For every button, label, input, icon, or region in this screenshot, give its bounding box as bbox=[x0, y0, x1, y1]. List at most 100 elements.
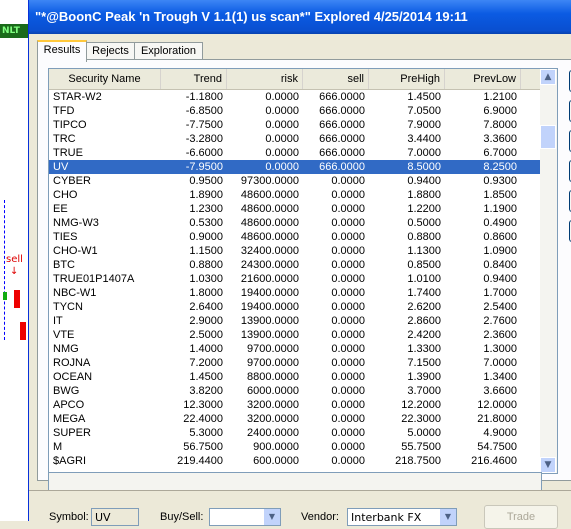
table-cell: 24300.0000 bbox=[240, 259, 299, 271]
results-table[interactable]: Security Name Trend risk sell PreHigh Pr… bbox=[48, 68, 542, 474]
table-cell: 1.1300 bbox=[407, 245, 441, 257]
table-cell: 0.0000 bbox=[331, 245, 365, 257]
table-row[interactable]: EE 1.2300 48600.0000 0.0000 1.2200 1.1900 bbox=[49, 202, 541, 216]
table-row[interactable]: TFD -6.8500 0.0000 666.0000 7.0500 6.9000 bbox=[49, 104, 541, 118]
table-cell: 0.8800 bbox=[189, 259, 223, 271]
table-row[interactable]: TRUE01P1407A 1.0300 21600.0000 0.0000 1.0100… bbox=[49, 272, 541, 286]
table-cell: 0.0000 bbox=[331, 385, 365, 397]
table-row[interactable]: CHO 1.8900 48600.0000 0.0000 1.8800 1.8500 bbox=[49, 188, 541, 202]
sell-signal-label: sell bbox=[6, 254, 23, 265]
table-cell: 1.8500 bbox=[483, 189, 517, 201]
table-cell: 2.5000 bbox=[189, 329, 223, 341]
table-cell: 8800.0000 bbox=[247, 371, 299, 383]
table-cell: 56.7500 bbox=[183, 441, 223, 453]
table-row[interactable]: BTC 0.8800 24300.0000 0.0000 0.8500 0.8400 bbox=[49, 258, 541, 272]
table-row[interactable]: MEGA 22.4000 3200.0000 0.0000 22.3000 21.8000 bbox=[49, 412, 541, 426]
table-cell: 12.3000 bbox=[183, 399, 223, 411]
table-row[interactable]: TIES 0.9000 48600.0000 0.0000 0.8800 0.8600 bbox=[49, 230, 541, 244]
table-cell: 218.7500 bbox=[395, 455, 441, 467]
column-header-trend[interactable]: Trend bbox=[161, 69, 227, 89]
table-cell: 7.9000 bbox=[407, 119, 441, 131]
scroll-down-icon[interactable]: ▼ bbox=[540, 457, 556, 473]
column-header-security-name[interactable]: Security Name bbox=[49, 69, 161, 89]
table-cell: 2.6400 bbox=[189, 301, 223, 313]
table-row[interactable]: SUPER 5.3000 2400.0000 0.0000 5.0000 4.9000 bbox=[49, 426, 541, 440]
table-cell: IT bbox=[53, 315, 63, 327]
table-cell: 1.0300 bbox=[189, 273, 223, 285]
table-row[interactable]: ROJNA 7.2000 9700.0000 0.0000 7.1500 7.0000 bbox=[49, 356, 541, 370]
table-cell: 0.8600 bbox=[483, 231, 517, 243]
table-row[interactable]: UV -7.9500 0.0000 666.0000 8.5000 8.2500 bbox=[49, 160, 541, 174]
table-cell: 0.0000 bbox=[265, 119, 299, 131]
table-row[interactable]: BWG 3.8200 6000.0000 0.0000 3.7000 3.6600 bbox=[49, 384, 541, 398]
table-cell: 2.5400 bbox=[483, 301, 517, 313]
table-row[interactable]: NMG-W3 0.5300 48600.0000 0.0000 0.5000 0.4900 bbox=[49, 216, 541, 230]
vertical-scrollbar[interactable]: ▲ ▼ bbox=[540, 68, 558, 474]
table-cell: CYBER bbox=[53, 175, 91, 187]
buysell-select[interactable]: ▼ bbox=[209, 508, 281, 526]
table-row[interactable]: TRC -3.2800 0.0000 666.0000 3.4400 3.3600 bbox=[49, 132, 541, 146]
trade-button[interactable]: Trade bbox=[484, 505, 558, 529]
table-cell: 7.2000 bbox=[189, 357, 223, 369]
table-cell: 0.0000 bbox=[265, 161, 299, 173]
scroll-thumb[interactable] bbox=[540, 125, 556, 149]
table-cell: 8.5000 bbox=[407, 161, 441, 173]
table-cell: 2.3600 bbox=[483, 329, 517, 341]
table-cell: 1.2100 bbox=[483, 91, 517, 103]
table-row[interactable]: TRUE -6.6000 0.0000 666.0000 7.0000 6.7000 bbox=[49, 146, 541, 160]
chevron-down-icon[interactable]: ▼ bbox=[440, 509, 456, 525]
table-cell: -3.2800 bbox=[185, 133, 223, 145]
table-row[interactable]: IT 2.9000 13900.0000 0.0000 2.8600 2.7600 bbox=[49, 314, 541, 328]
table-row[interactable]: $AGRI 219.4400 600.0000 0.0000 218.7500 216.4… bbox=[49, 454, 541, 468]
table-cell: 0.0000 bbox=[331, 455, 365, 467]
table-cell: 12.0000 bbox=[477, 399, 517, 411]
table-cell: 1.8000 bbox=[189, 287, 223, 299]
column-header-risk[interactable]: risk bbox=[227, 69, 303, 89]
chevron-down-icon[interactable]: ▼ bbox=[264, 509, 280, 525]
table-cell: 22.3000 bbox=[401, 413, 441, 425]
column-header-sell[interactable]: sell bbox=[303, 69, 369, 89]
symbol-field: UV bbox=[91, 508, 139, 526]
tab-exploration[interactable]: Exploration bbox=[134, 42, 203, 60]
table-cell: 600.0000 bbox=[253, 455, 299, 467]
table-cell: 3.7000 bbox=[407, 385, 441, 397]
table-row[interactable]: M 56.7500 900.0000 0.0000 55.7500 54.7500 bbox=[49, 440, 541, 454]
title-bar[interactable]: "*@BoonC Peak 'n Trough V 1.1(1) us scan… bbox=[29, 0, 571, 34]
table-cell: 2.4200 bbox=[407, 329, 441, 341]
table-cell: 0.0000 bbox=[331, 175, 365, 187]
table-header: Security Name Trend risk sell PreHigh Pr… bbox=[49, 69, 541, 90]
tab-rejects[interactable]: Rejects bbox=[86, 42, 135, 60]
table-cell: 0.9400 bbox=[407, 175, 441, 187]
table-cell: 21600.0000 bbox=[240, 273, 299, 285]
column-header-prevlow[interactable]: PrevLow bbox=[445, 69, 521, 89]
scroll-up-icon[interactable]: ▲ bbox=[540, 69, 556, 85]
table-row[interactable]: CYBER 0.9500 97300.0000 0.0000 0.9400 0.9300 bbox=[49, 174, 541, 188]
table-row[interactable]: NMG 1.4000 9700.0000 0.0000 1.3300 1.3000 bbox=[49, 342, 541, 356]
table-cell: 3.6600 bbox=[483, 385, 517, 397]
table-row[interactable]: TIPCO -7.7500 0.0000 666.0000 7.9000 7.8000 bbox=[49, 118, 541, 132]
table-row[interactable]: STAR-W2 -1.1800 0.0000 666.0000 1.4500 1.2100 bbox=[49, 90, 541, 104]
table-cell: 666.0000 bbox=[319, 133, 365, 145]
table-cell: 3.4400 bbox=[407, 133, 441, 145]
table-cell: 19400.0000 bbox=[240, 287, 299, 299]
table-cell: 666.0000 bbox=[319, 147, 365, 159]
column-header-prehigh[interactable]: PreHigh bbox=[369, 69, 445, 89]
table-cell: 1.4500 bbox=[407, 91, 441, 103]
table-cell: 7.8000 bbox=[483, 119, 517, 131]
horizontal-scrollbar[interactable] bbox=[48, 472, 542, 491]
table-row[interactable]: APCO 12.3000 3200.0000 0.0000 12.2000 12.0000 bbox=[49, 398, 541, 412]
table-cell: 1.3300 bbox=[407, 343, 441, 355]
table-cell: 0.8800 bbox=[407, 231, 441, 243]
table-cell: 0.0000 bbox=[265, 147, 299, 159]
table-row[interactable]: TYCN 2.6400 19400.0000 0.0000 2.6200 2.5400 bbox=[49, 300, 541, 314]
table-cell: 1.1500 bbox=[189, 245, 223, 257]
table-row[interactable]: NBC-W1 1.8000 19400.0000 0.0000 1.7400 1.7000 bbox=[49, 286, 541, 300]
table-row[interactable]: VTE 2.5000 13900.0000 0.0000 2.4200 2.3600 bbox=[49, 328, 541, 342]
table-cell: 1.0100 bbox=[407, 273, 441, 285]
table-row[interactable]: CHO-W1 1.1500 32400.0000 0.0000 1.1300 1.0900 bbox=[49, 244, 541, 258]
table-cell: 0.9400 bbox=[483, 273, 517, 285]
table-cell: 54.7500 bbox=[477, 441, 517, 453]
tab-results[interactable]: Results bbox=[37, 40, 87, 62]
table-row[interactable]: OCEAN 1.4500 8800.0000 0.0000 1.3900 1.3400 bbox=[49, 370, 541, 384]
vendor-select[interactable]: Interbank FX ▼ bbox=[347, 508, 457, 526]
